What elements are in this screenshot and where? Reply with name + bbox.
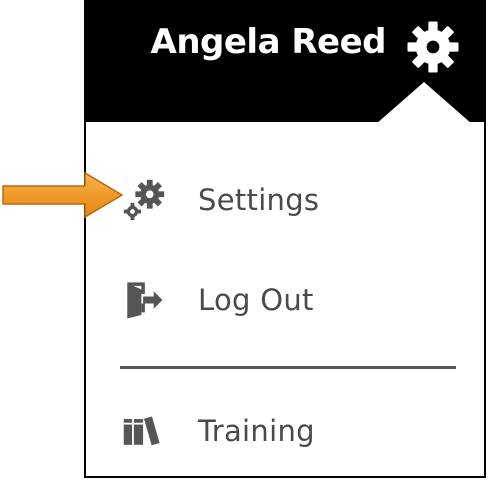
dropdown-header: Angela Reed	[86, 0, 484, 124]
logout-door-icon	[120, 276, 168, 324]
menu-item-label: Training	[198, 414, 315, 448]
menu-item-logout[interactable]: Log Out	[120, 265, 450, 335]
books-icon	[120, 407, 168, 455]
menu-item-label: Settings	[198, 183, 320, 217]
orange-arrow-icon	[0, 170, 125, 220]
menu-item-settings[interactable]: Settings	[120, 165, 450, 235]
user-name[interactable]: Angela Reed	[151, 22, 387, 62]
dropdown-notch	[376, 82, 472, 124]
menu-item-training[interactable]: Training	[120, 396, 450, 466]
user-dropdown-menu: Angela Reed Settings Log Out Training	[84, 0, 486, 478]
gear-icon[interactable]	[404, 18, 462, 76]
screenshot-stage: Angela Reed Settings Log Out Training	[0, 0, 493, 480]
settings-gears-icon	[120, 176, 168, 224]
menu-item-label: Log Out	[198, 283, 314, 317]
menu-divider	[120, 366, 456, 369]
